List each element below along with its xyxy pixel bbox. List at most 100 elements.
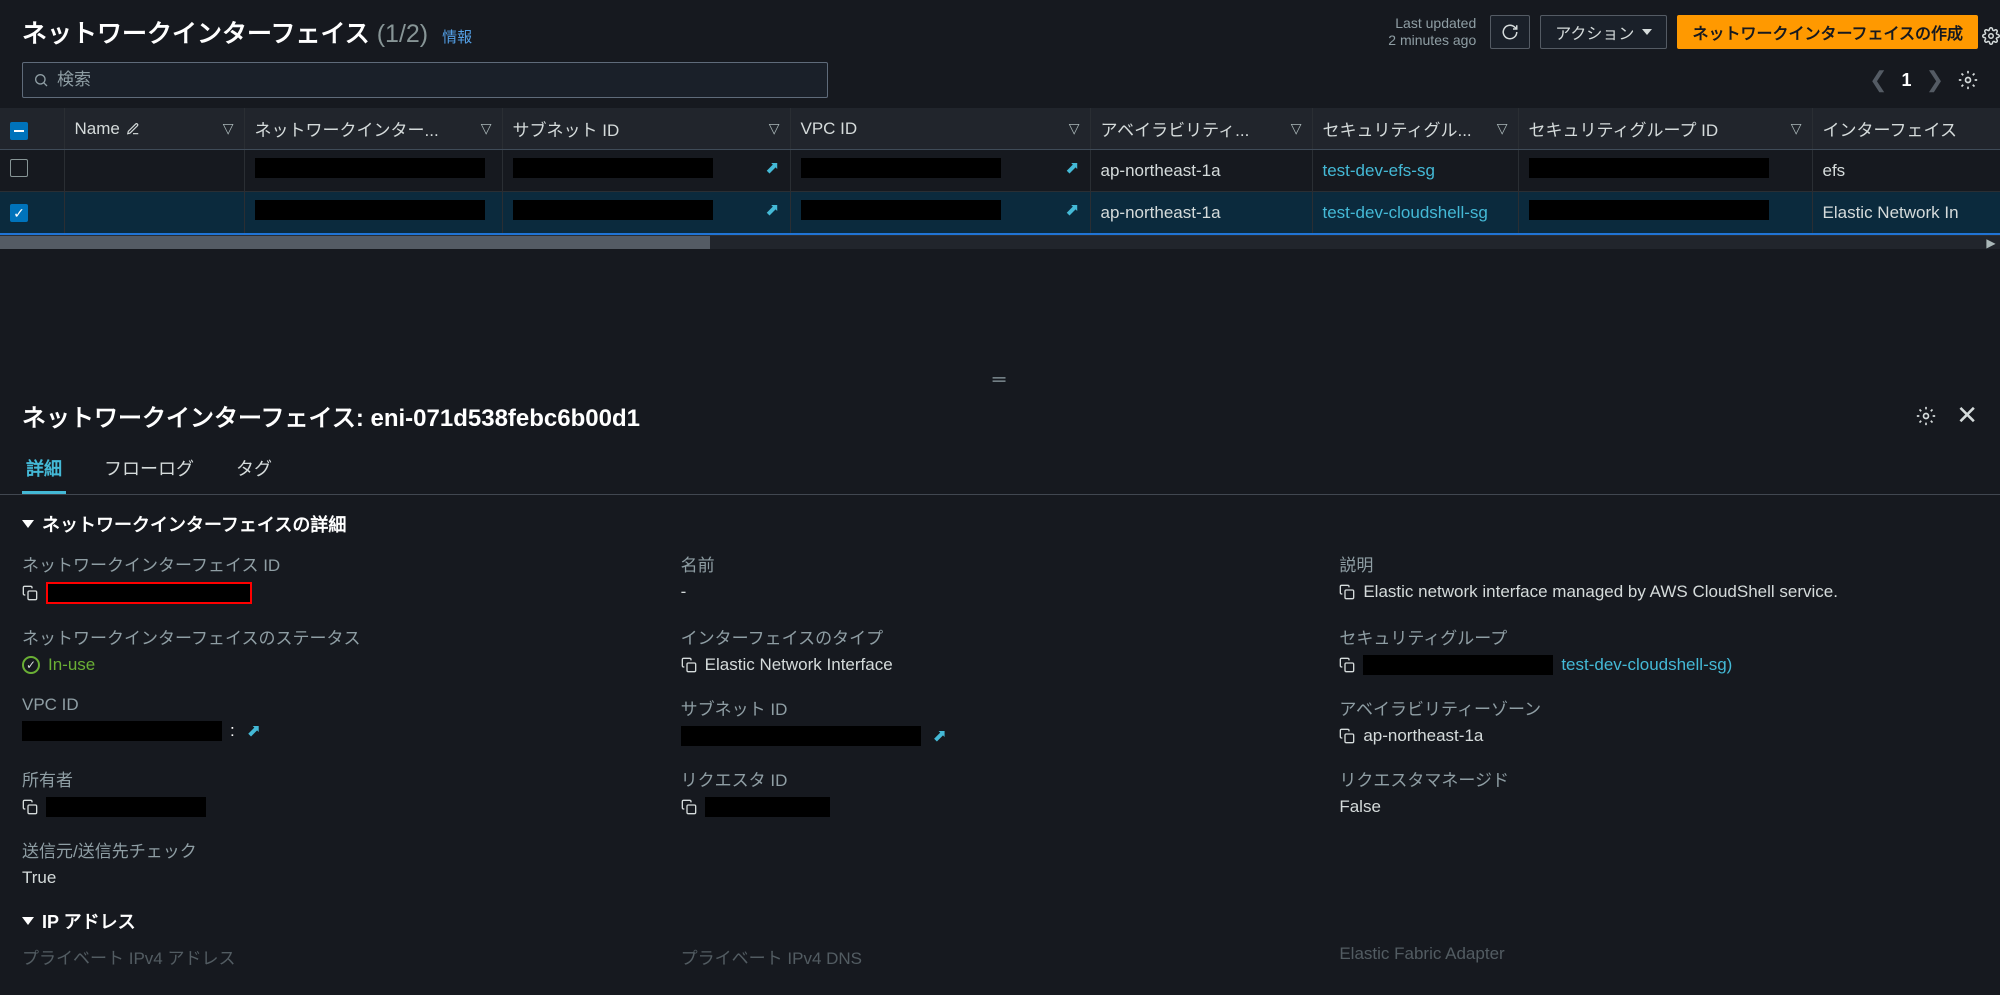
filter-icon[interactable]: ▽ [481,120,492,137]
page-title: ネットワークインターフェイス (1/2) [22,14,428,50]
copy-icon[interactable] [681,799,697,815]
copy-icon[interactable] [1339,657,1355,673]
search-icon [33,72,49,88]
field-label: セキュリティグループ [1339,624,1978,649]
status-ok-icon: ✓ [22,656,40,674]
detail-tabs: 詳細 フローログ タグ [0,445,2000,495]
external-link-icon[interactable]: ⬈ [1065,158,1079,178]
row-checkbox[interactable] [10,159,28,177]
field-label: 説明 [1339,551,1978,576]
sg-link[interactable]: test-dev-efs-sg [1323,161,1435,180]
cell-iftype: efs [1812,150,2000,192]
cell-az: ap-northeast-1a [1090,150,1312,192]
redacted [1529,158,1769,178]
cell-iftype: Elastic Network In [1812,192,2000,235]
redacted [705,797,830,817]
edit-name-icon[interactable] [126,122,140,136]
section-ip[interactable]: IP アドレス [0,908,2000,944]
pager-page: 1 [1902,70,1912,91]
scroll-right-icon[interactable]: ▶ [1982,236,2000,249]
field-value: True [22,868,661,888]
field-label: ネットワークインターフェイスのステータス [22,624,661,649]
filter-icon[interactable]: ▽ [223,120,234,137]
tab-tags[interactable]: タグ [232,445,276,494]
search-box[interactable] [22,62,828,98]
table-settings-icon[interactable] [1958,70,1978,90]
tab-flowlog[interactable]: フローログ [100,445,198,494]
chevron-down-icon [22,917,34,925]
filter-icon[interactable]: ▽ [1069,120,1080,137]
redacted [801,158,1001,178]
field-value: Elastic network interface managed by AWS… [1363,582,1838,602]
last-updated-text: Last updated 2 minutes ago [1388,15,1476,49]
external-link-icon[interactable]: ⬈ [765,200,779,220]
cell-az: ap-northeast-1a [1090,192,1312,235]
refresh-icon [1501,23,1519,41]
field-value: ap-northeast-1a [1363,726,1483,746]
copy-icon[interactable] [681,657,697,673]
external-link-icon[interactable]: ⬈ [933,726,947,746]
detail-settings-icon[interactable] [1916,406,1936,426]
redacted [22,721,222,741]
field-label: 送信元/送信先チェック [22,837,661,862]
chevron-down-icon [22,520,34,528]
field-label: インターフェイスのタイプ [681,624,1320,649]
actions-button[interactable]: アクション [1540,15,1667,49]
field-label: リクエスタ ID [681,766,1320,791]
field-label: ネットワークインターフェイス ID [22,551,661,576]
sg-link[interactable]: test-dev-cloudshell-sg) [1561,655,1732,675]
redacted [46,797,206,817]
side-gear-icon[interactable] [1982,22,2000,50]
filter-icon[interactable]: ▽ [769,120,780,137]
close-icon[interactable]: ✕ [1956,400,1978,431]
sg-link[interactable]: test-dev-cloudshell-sg [1323,203,1488,222]
select-all-checkbox[interactable] [10,122,28,140]
redacted [255,158,485,178]
row-checkbox[interactable] [10,204,28,222]
external-link-icon[interactable]: ⬈ [765,158,779,178]
external-link-icon[interactable]: ⬈ [247,721,261,741]
filter-icon[interactable]: ▽ [1497,120,1508,137]
redacted [1529,200,1769,220]
table-row[interactable]: ⬈ ⬈ ap-northeast-1a test-dev-efs-sg efs [0,150,2000,192]
redacted [513,200,713,220]
create-eni-button[interactable]: ネットワークインターフェイスの作成 [1677,15,1978,49]
field-label: VPC ID [22,695,661,715]
redacted [681,726,921,746]
field-value: Elastic Network Interface [705,655,893,675]
redacted [513,158,713,178]
panel-drag-handle[interactable]: ═ [0,365,2000,394]
field-value: False [1339,797,1978,817]
tab-detail[interactable]: 詳細 [22,445,66,494]
pager-prev[interactable]: ❮ [1869,67,1887,93]
info-link[interactable]: 情報 [442,26,472,47]
copy-icon[interactable] [22,799,38,815]
field-label: Elastic Fabric Adapter [1339,944,1978,964]
chevron-down-icon [1642,29,1652,35]
field-label: 名前 [681,551,1320,576]
table-horizontal-scrollbar[interactable]: ◀ ▶ [0,235,2000,249]
section-eni-detail[interactable]: ネットワークインターフェイスの詳細 [0,495,2000,547]
field-value: In-use [48,655,95,675]
filter-icon[interactable]: ▽ [1791,120,1802,137]
external-link-icon[interactable]: ⬈ [1065,200,1079,220]
pager-next[interactable]: ❯ [1926,67,1944,93]
field-label: 所有者 [22,766,661,791]
field-label: リクエスタマネージド [1339,766,1978,791]
refresh-button[interactable] [1490,15,1530,49]
copy-icon[interactable] [1339,728,1355,744]
redacted [801,200,1001,220]
redacted-eni-id [46,582,252,604]
scrollbar-thumb[interactable] [0,236,710,249]
filter-icon[interactable]: ▽ [1291,120,1302,137]
eni-table: Name ▽ ネットワークインター...▽ サブネット ID▽ VPC ID▽ … [0,108,2000,235]
field-label: サブネット ID [681,695,1320,720]
copy-icon[interactable] [1339,584,1355,600]
field-label: プライベート IPv4 アドレス [22,944,661,969]
redacted [255,200,485,220]
redacted [1363,655,1553,675]
table-row[interactable]: ⬈ ⬈ ap-northeast-1a test-dev-cloudshell-… [0,192,2000,235]
search-input[interactable] [57,70,817,90]
copy-icon[interactable] [22,585,38,601]
detail-title: ネットワークインターフェイス: eni-071d538febc6b00d1 [22,398,640,433]
